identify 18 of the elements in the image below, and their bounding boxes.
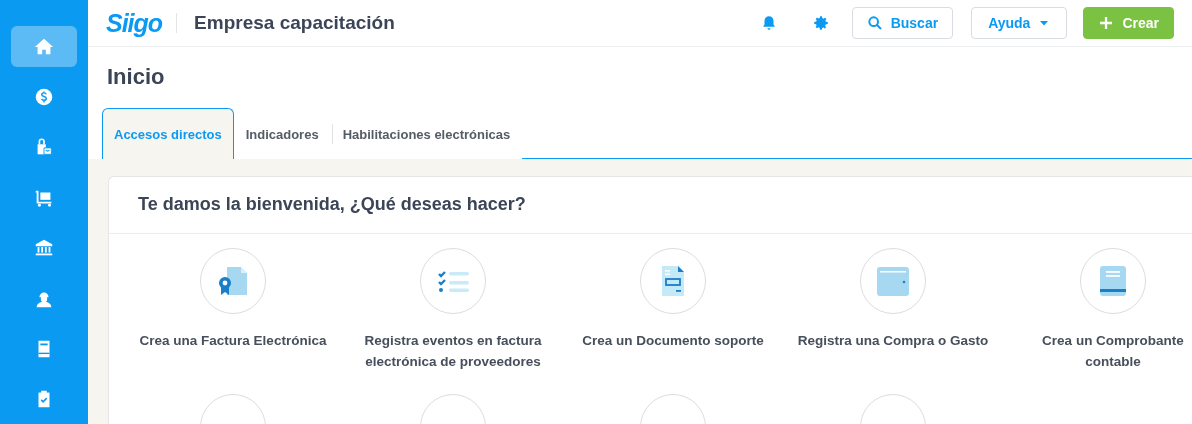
company-name: Empresa capacitación <box>194 12 396 34</box>
card-title: Te damos la bienvenida, ¿Qué deseas hacer? <box>109 177 1192 234</box>
shortcut-label[interactable]: Crea un Comprobante contable <box>1013 330 1192 372</box>
shortcut-label[interactable]: Registra eventos en factura electrónica de proveedores <box>353 330 553 372</box>
document-icon <box>662 266 684 296</box>
logo: Siigo <box>106 8 163 38</box>
checklist-icon <box>436 269 470 293</box>
shortcut-label[interactable]: Registra una Compra o Gasto <box>797 330 989 351</box>
plus-icon <box>1098 15 1115 31</box>
search-icon <box>866 15 883 31</box>
wallet-icon <box>877 266 909 296</box>
invoice-icon <box>218 266 248 296</box>
shortcut-label[interactable]: Crea una Factura Electrónica <box>139 330 327 351</box>
settings-icon[interactable] <box>811 14 830 32</box>
book-icon <box>1100 266 1126 296</box>
shortcut-label[interactable]: Crea un Documento soporte <box>582 330 764 351</box>
sidebar-item[interactable] <box>11 26 77 68</box>
page-title: Inicio <box>106 63 166 91</box>
